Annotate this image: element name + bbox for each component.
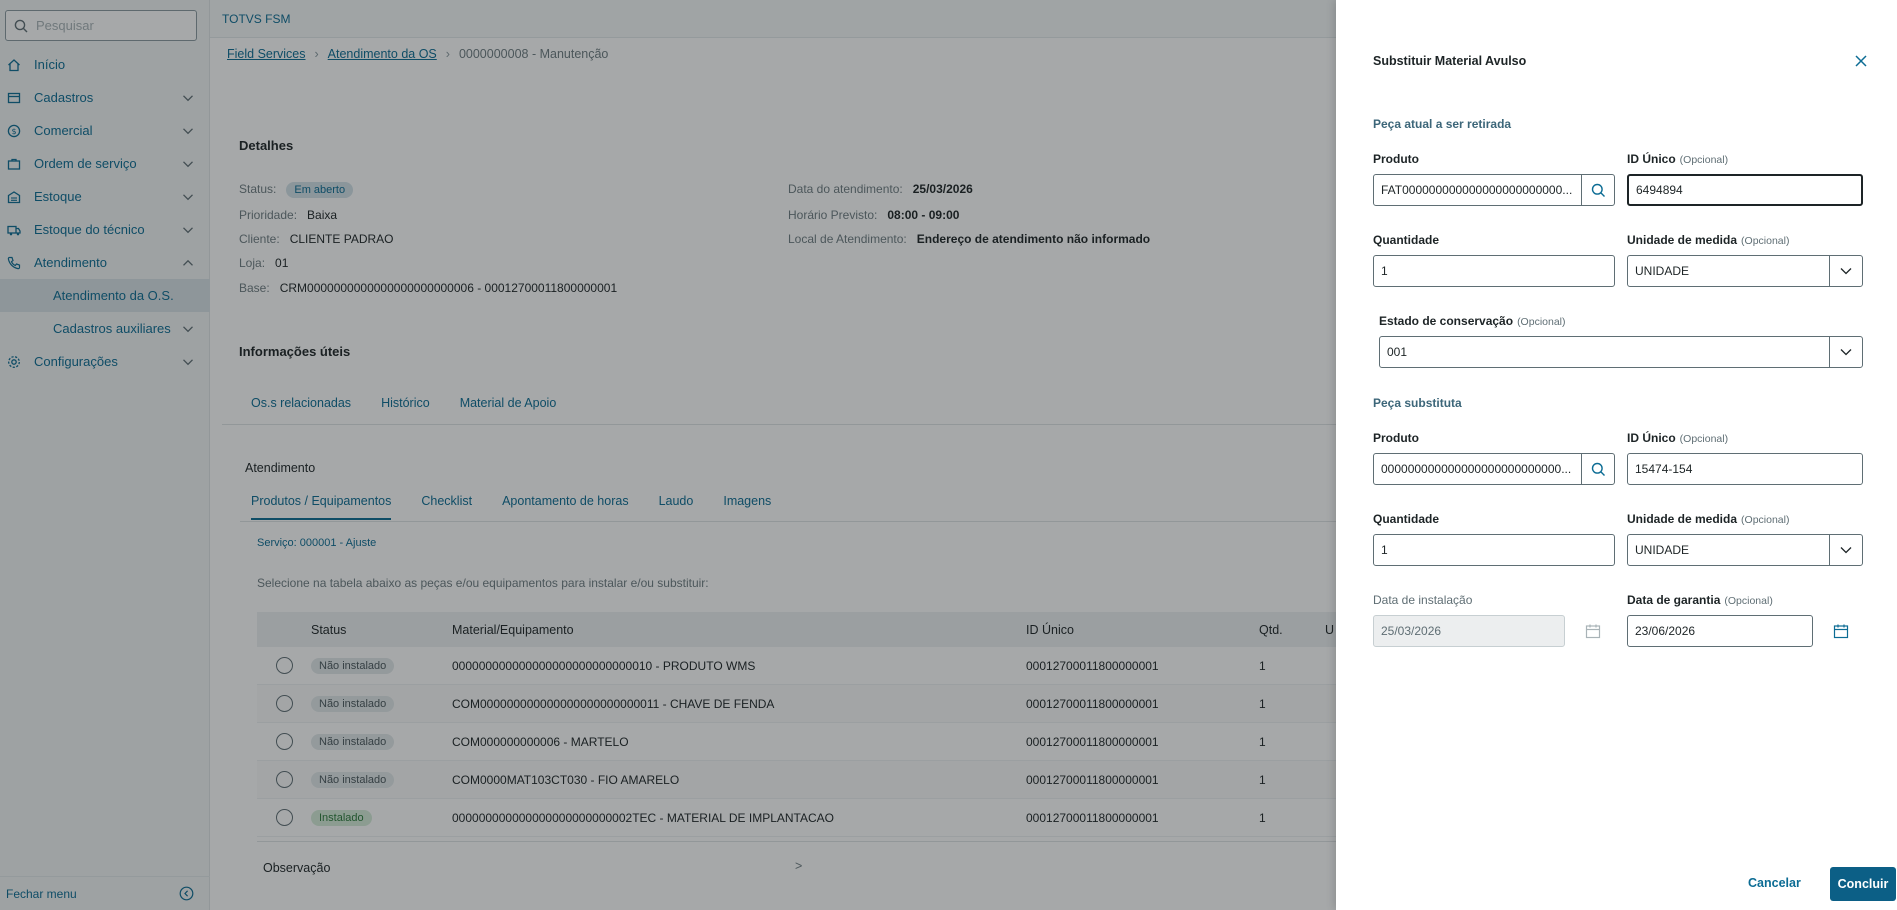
current-qty-field[interactable] (1373, 255, 1615, 287)
current-unit-select[interactable]: UNIDADE (1627, 255, 1863, 287)
current-id-label: ID Único (Opcional) (1627, 152, 1729, 166)
new-id-label: ID Único (Opcional) (1627, 431, 1729, 445)
warranty-date-label: Data de garantia (Opcional) (1627, 593, 1773, 607)
chevron-down-icon[interactable] (1829, 535, 1862, 565)
warranty-date-input[interactable] (1628, 616, 1812, 646)
calendar-icon[interactable] (1833, 623, 1849, 639)
install-date-label: Data de instalação (1373, 593, 1473, 607)
new-qty-label: Quantidade (1373, 512, 1440, 526)
drawer-title: Substituir Material Avulso (1373, 54, 1527, 68)
section-new-part: Peça substituta (1373, 396, 1462, 410)
new-product-label: Produto (1373, 431, 1419, 445)
new-id-input[interactable] (1628, 454, 1862, 484)
close-icon[interactable] (1852, 52, 1870, 70)
modal-backdrop[interactable] (0, 0, 1336, 910)
current-product-input[interactable] (1374, 175, 1581, 205)
new-qty-field[interactable] (1373, 534, 1615, 566)
new-qty-input[interactable] (1374, 535, 1614, 565)
search-icon[interactable] (1581, 175, 1614, 205)
calendar-icon (1585, 623, 1601, 639)
new-product-field[interactable] (1373, 453, 1615, 485)
new-unit-select[interactable]: UNIDADE (1627, 534, 1863, 566)
chevron-down-icon[interactable] (1829, 256, 1862, 286)
current-qty-input[interactable] (1374, 256, 1614, 286)
current-condition-select[interactable]: 001 (1379, 336, 1863, 368)
install-date-field (1373, 615, 1565, 647)
new-id-field[interactable] (1627, 453, 1863, 485)
current-unit-value: UNIDADE (1635, 264, 1690, 278)
chevron-down-icon[interactable] (1829, 337, 1862, 367)
current-condition-value: 001 (1387, 345, 1408, 359)
current-condition-label: Estado de conservação (Opcional) (1379, 314, 1566, 328)
warranty-date-field[interactable] (1627, 615, 1813, 647)
current-product-field[interactable] (1373, 174, 1615, 206)
current-product-label: Produto (1373, 152, 1419, 166)
new-unit-label: Unidade de medida (Opcional) (1627, 512, 1790, 526)
current-id-field[interactable] (1627, 174, 1863, 206)
install-date-input (1374, 616, 1564, 646)
new-unit-value: UNIDADE (1635, 543, 1690, 557)
substitute-material-drawer: Substituir Material Avulso Peça atual a … (1336, 0, 1897, 910)
search-icon[interactable] (1581, 454, 1614, 484)
current-id-input[interactable] (1629, 176, 1861, 204)
current-unit-label: Unidade de medida (Opcional) (1627, 233, 1790, 247)
section-current-part: Peça atual a ser retirada (1373, 117, 1512, 131)
current-qty-label: Quantidade (1373, 233, 1440, 247)
cancel-button[interactable]: Cancelar (1748, 876, 1801, 890)
confirm-button[interactable]: Concluir (1830, 867, 1896, 901)
new-product-input[interactable] (1374, 454, 1581, 484)
